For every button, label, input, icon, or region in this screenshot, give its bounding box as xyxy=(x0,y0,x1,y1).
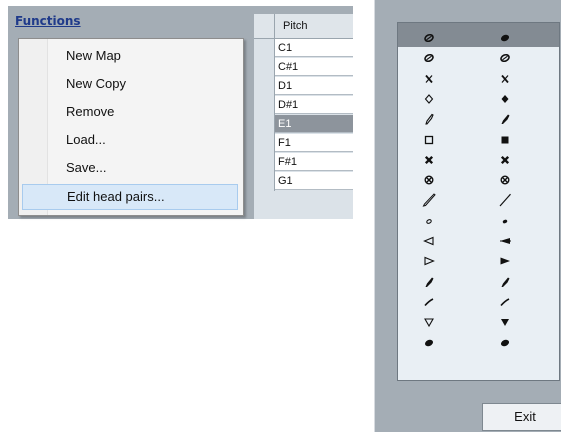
pitch-row[interactable]: D#1 xyxy=(254,96,353,115)
head-pair-row[interactable] xyxy=(398,130,559,150)
pitch-row[interactable]: D1 xyxy=(254,77,353,96)
head-pair-row[interactable] xyxy=(398,231,559,251)
triangle-left-filled-icon xyxy=(498,234,512,248)
thin-slash-icon xyxy=(498,295,512,309)
triangle-down-open-icon xyxy=(422,315,436,329)
pitch-cell[interactable]: C#1 xyxy=(275,58,353,76)
functions-menu-title[interactable]: Functions xyxy=(15,14,81,28)
pitch-header-row-cell xyxy=(254,14,275,38)
triangle-left-open-icon xyxy=(422,234,436,248)
square-open-icon xyxy=(422,133,436,147)
circle-x-icon xyxy=(422,173,436,187)
head-pair-row[interactable] xyxy=(398,272,559,292)
filled-oval-icon xyxy=(498,31,512,45)
pitch-cell[interactable]: C1 xyxy=(275,39,353,57)
menu-item-load[interactable]: Load... xyxy=(22,127,238,153)
pitch-table-header: Pitch xyxy=(254,14,353,39)
small-oval-open-icon xyxy=(422,214,436,228)
pitch-cell[interactable]: F#1 xyxy=(275,153,353,171)
pitch-row-selected[interactable]: E1 xyxy=(254,115,353,134)
diamond-open-icon xyxy=(422,92,436,106)
x-bold-icon xyxy=(422,153,436,167)
triangle-right-open-icon xyxy=(422,254,436,268)
x-head-icon xyxy=(422,72,436,86)
long-slash-line-icon xyxy=(498,193,512,207)
head-pair-row[interactable] xyxy=(398,190,559,210)
head-pair-row[interactable] xyxy=(398,28,559,48)
pitch-cell[interactable]: D1 xyxy=(275,77,353,95)
triangle-down-filled-icon xyxy=(498,315,512,329)
head-pair-row[interactable] xyxy=(398,333,559,353)
functions-panel: Functions New Map New Copy Remove Load..… xyxy=(8,6,353,219)
head-pair-row[interactable] xyxy=(398,69,559,89)
functions-dropdown: New Map New Copy Remove Load... Save... … xyxy=(18,38,244,216)
pitch-row[interactable]: G1 xyxy=(254,172,353,191)
pitch-row[interactable]: F1 xyxy=(254,134,353,153)
menu-item-save[interactable]: Save... xyxy=(22,155,238,181)
head-pair-row[interactable] xyxy=(398,251,559,271)
pitch-cell[interactable]: D#1 xyxy=(275,96,353,114)
head-pair-row[interactable] xyxy=(398,312,559,332)
menu-item-new-copy[interactable]: New Copy xyxy=(22,71,238,97)
slash-filled-icon xyxy=(422,275,436,289)
head-pair-row[interactable] xyxy=(398,109,559,129)
filled-oval-icon xyxy=(498,336,512,350)
circle-x-icon xyxy=(498,173,512,187)
pitch-row[interactable]: F#1 xyxy=(254,153,353,172)
long-slash-open-icon xyxy=(422,193,436,208)
head-pair-row[interactable] xyxy=(398,292,559,312)
pitch-cell[interactable]: G1 xyxy=(275,172,353,190)
pitch-header-label[interactable]: Pitch xyxy=(283,20,307,32)
head-pairs-list[interactable] xyxy=(397,22,560,381)
head-pairs-dialog: Exit xyxy=(374,0,561,432)
exit-button[interactable]: Exit xyxy=(482,403,561,431)
head-pair-row[interactable] xyxy=(398,89,559,109)
square-filled-icon xyxy=(498,133,512,147)
thin-slash-icon xyxy=(422,295,436,309)
x-head-icon xyxy=(498,72,512,86)
pitch-cell[interactable]: E1 xyxy=(275,115,353,133)
head-pair-row[interactable] xyxy=(398,48,559,68)
diamond-filled-icon xyxy=(498,92,512,106)
half-oval-slash-icon xyxy=(422,31,436,45)
menu-item-new-map[interactable]: New Map xyxy=(22,43,238,69)
slash-filled-icon xyxy=(498,112,512,126)
head-pair-row[interactable] xyxy=(398,211,559,231)
slash-filled-icon xyxy=(498,275,512,289)
pitch-cell[interactable]: F1 xyxy=(275,134,353,152)
small-oval-filled-icon xyxy=(498,214,512,228)
slash-open-icon xyxy=(422,112,436,126)
menu-item-edit-head-pairs[interactable]: Edit head pairs... xyxy=(22,184,238,210)
pitch-row[interactable]: C#1 xyxy=(254,58,353,77)
filled-oval-icon xyxy=(422,336,436,350)
head-pair-row[interactable] xyxy=(398,150,559,170)
half-oval-slash-icon xyxy=(422,51,436,65)
x-bold-icon xyxy=(498,153,512,167)
pitch-table: Pitch C1 C#1 D1 D#1 E1 F1 F#1 G1 xyxy=(254,14,353,219)
half-oval-slash-icon xyxy=(498,51,512,65)
pitch-row[interactable]: C1 xyxy=(254,39,353,58)
triangle-right-filled-icon xyxy=(498,254,512,268)
head-pair-row[interactable] xyxy=(398,170,559,190)
menu-item-remove[interactable]: Remove xyxy=(22,99,238,125)
